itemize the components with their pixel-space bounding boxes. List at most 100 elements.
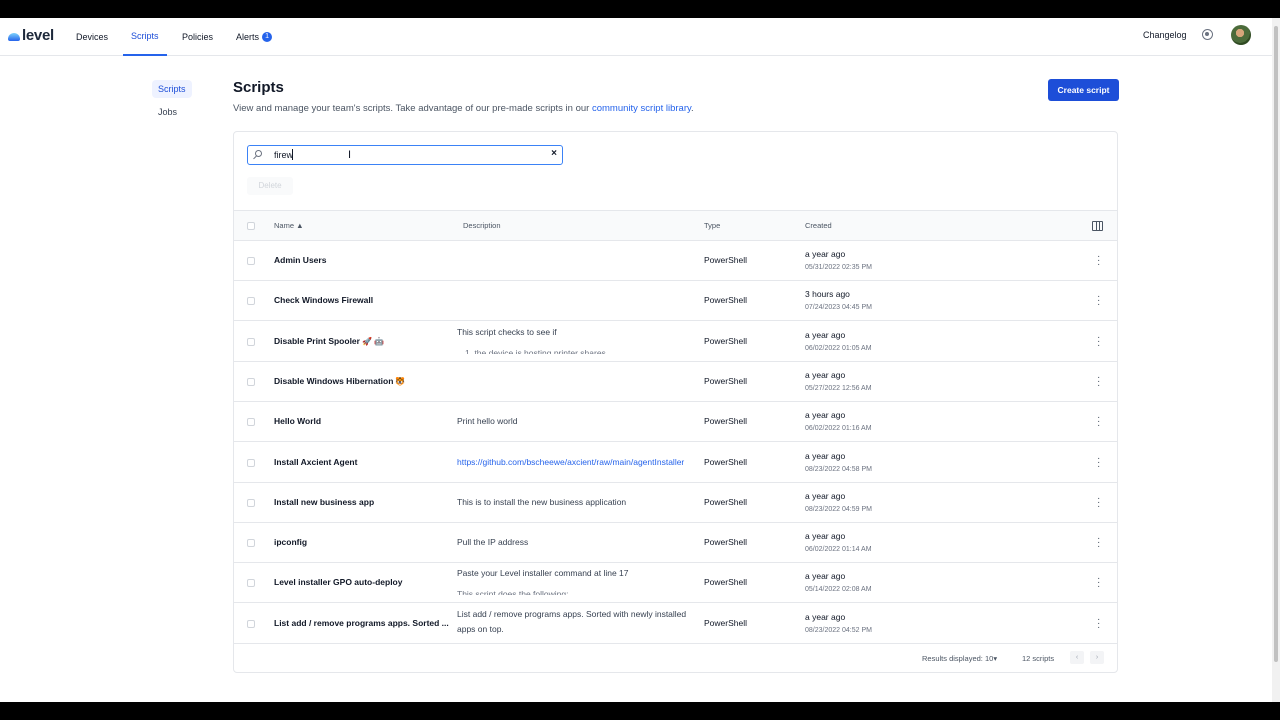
script-type: PowerShell [704,537,747,548]
script-name[interactable]: Check Windows Firewall [274,295,375,305]
header-name[interactable]: Name ▲ [274,221,304,230]
columns-icon[interactable] [1092,221,1103,231]
script-name[interactable]: Disable Print Spooler 🚀 🤖 [274,336,384,346]
script-name[interactable]: Install new business app [274,497,376,507]
description-line-1: List add / remove programs apps. Sorted … [457,608,687,619]
more-options-icon[interactable]: · · · [1097,252,1100,270]
prev-page-button[interactable]: ‹ [1070,651,1084,664]
table-row[interactable]: Install Axcient Agent https://github.com/… [234,443,1117,483]
logo-text: level [22,27,54,44]
create-script-button[interactable]: Create script [1048,79,1119,101]
row-checkbox[interactable] [247,619,255,628]
row-checkbox[interactable] [247,257,255,265]
table-row[interactable]: Hello World Print hello world PowerShell a … [234,402,1117,443]
table-row[interactable]: Disable Print Spooler 🚀 🤖 This script chec… [234,322,1117,362]
delete-button[interactable]: Delete [247,177,293,195]
more-options-icon[interactable]: · · · [1097,614,1100,632]
description-line-2 [457,259,700,267]
script-name[interactable]: Install Axcient Agent [274,457,359,467]
script-name-text: Install Axcient Agent [274,456,358,467]
next-page-button[interactable]: › [1090,651,1104,664]
more-options-icon[interactable]: · · · [1097,453,1100,471]
script-name[interactable]: ipconfig [274,537,309,547]
submenu-jobs[interactable]: Jobs [152,103,183,121]
page-scrollbar[interactable] [1272,18,1280,702]
more-options-icon[interactable]: · · · [1097,332,1100,350]
submenu-scripts[interactable]: Scripts [152,80,192,98]
more-options-icon[interactable]: · · · [1097,493,1100,511]
created-relative: a year ago [805,329,846,340]
script-type: PowerShell [704,496,747,507]
user-avatar[interactable] [1231,25,1251,45]
alerts-count-badge: 1 [262,32,273,42]
created-date: 08/23/2022 04:52 PM [805,626,872,634]
script-description: List add / remove programs apps. Sorted … [457,607,700,641]
table-row[interactable]: Install new business app This is to insta… [234,483,1117,523]
created-relative: a year ago [805,369,846,380]
header-type[interactable]: Type [704,221,720,230]
settings-gear-icon[interactable] [1202,29,1213,40]
description-line-2 [457,299,700,307]
script-name[interactable]: Disable Windows Hibernation 🐯 [274,376,405,386]
script-type: PowerShell [704,617,747,628]
row-checkbox[interactable] [247,418,255,427]
nav-policies[interactable]: Policies [182,18,213,56]
more-options-icon[interactable]: · · · [1097,413,1100,431]
search-icon [255,150,262,157]
created-relative: a year ago [805,450,846,461]
more-options-icon[interactable]: · · · [1097,372,1100,390]
script-type: PowerShell [704,375,747,386]
row-checkbox[interactable] [247,377,255,386]
row-checkbox[interactable] [247,579,255,588]
row-checkbox[interactable] [247,539,255,548]
more-options-icon[interactable]: · · · [1097,574,1100,592]
created-relative: a year ago [805,611,846,622]
logo[interactable]: level [8,27,54,44]
script-description[interactable]: https://github.com/bscheewe/axcient/raw/… [457,455,700,471]
nav-scripts[interactable]: Scripts [123,18,167,56]
script-name-text: Disable Print Spooler [274,335,360,346]
script-name[interactable]: Hello World [274,416,323,426]
select-all-checkbox[interactable] [247,222,255,230]
nav-alerts[interactable]: Alerts 1 [236,18,273,56]
row-checkbox[interactable] [247,458,255,467]
app-window: level Devices Scripts Policies Alerts 1 … [0,18,1280,702]
table-row[interactable]: List add / remove programs apps. Sorted … [234,604,1117,644]
script-type: PowerShell [704,255,747,265]
table-row[interactable]: ipconfig Pull the IP address PowerShell a y… [234,523,1117,564]
header-created[interactable]: Created [805,221,832,230]
scrollbar-thumb[interactable] [1274,26,1278,662]
script-emoji: 🐯 [395,376,406,386]
script-description [457,253,700,269]
created-date: 05/31/2022 02:35 PM [805,264,872,271]
nav-devices[interactable]: Devices [76,18,108,56]
row-checkbox[interactable] [247,297,255,306]
script-name[interactable]: Level installer GPO auto-deploy [274,577,404,587]
table-row[interactable]: Check Windows Firewall PowerShell 3 hours … [234,281,1117,322]
created-relative: a year ago [805,531,846,542]
script-type: PowerShell [704,456,747,467]
community-library-link[interactable]: community script library [592,103,691,114]
more-options-icon[interactable]: · · · [1097,292,1100,310]
row-checkbox[interactable] [247,498,255,507]
row-checkbox[interactable] [247,337,255,346]
clear-search-icon[interactable]: × [551,148,557,159]
script-name-text: ipconfig [274,537,308,548]
table-row[interactable]: Admin Users PowerShell a year ago 05/31/202… [234,241,1117,281]
search-value: firew [274,150,294,160]
search-input[interactable]: firew I × [247,145,563,165]
script-name[interactable]: List add / remove programs apps. Sorted … [274,618,451,628]
results-label: Results displayed: [922,654,983,663]
created-date: 06/02/2022 01:14 AM [805,546,872,554]
table-row[interactable]: Disable Windows Hibernation 🐯 PowerShell a … [234,362,1117,402]
header-description[interactable]: Description [463,221,501,230]
nav-alerts-label: Alerts [236,32,260,42]
description-line-1: Print hello world [457,416,518,427]
table-row[interactable]: Level installer GPO auto-deploy Paste you… [234,563,1117,604]
script-name[interactable]: Admin Users [274,255,328,265]
more-options-icon[interactable]: · · · [1097,534,1100,552]
changelog-link[interactable]: Changelog [1143,30,1187,40]
script-name-text: List add / remove programs apps. Sorted … [274,617,449,628]
description-line-1: Pull the IP address [457,537,529,548]
results-displayed[interactable]: Results displayed: 10▾ [922,654,997,663]
